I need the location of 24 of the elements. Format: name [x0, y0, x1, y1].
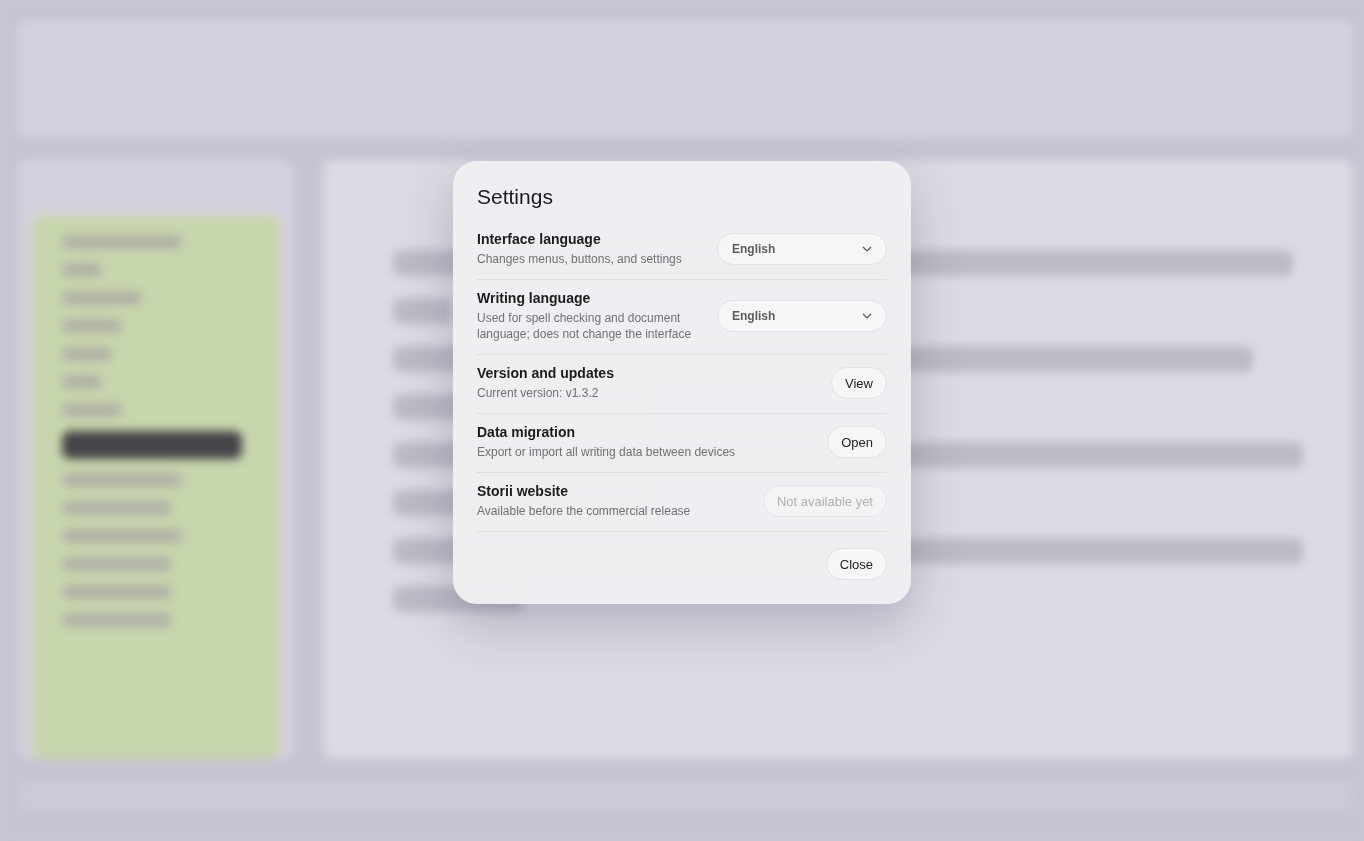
language-select[interactable]: English — [717, 233, 887, 265]
blurred-text — [62, 403, 122, 417]
setting-description: Available before the commercial release — [477, 503, 692, 519]
chevron-down-icon — [862, 246, 872, 252]
setting-label: Writing language — [477, 290, 592, 306]
blurred-text — [62, 263, 102, 277]
action-button[interactable]: Open — [827, 426, 887, 458]
close-button[interactable]: Close — [825, 548, 887, 580]
blurred-text — [393, 298, 453, 324]
setting-label: Storii website — [477, 483, 570, 499]
setting-description: Export or import all writing data between devices — [477, 444, 737, 460]
chevron-down-icon — [862, 313, 872, 319]
blurred-text — [62, 319, 122, 333]
blurred-text — [62, 347, 112, 361]
setting-label: Data migration — [477, 424, 576, 440]
dialog-title: Settings — [477, 185, 553, 209]
action-button[interactable]: View — [831, 367, 887, 399]
blurred-text — [62, 375, 102, 389]
setting-description: Current version: v1.3.2 — [477, 385, 600, 401]
language-select[interactable]: English — [717, 300, 887, 332]
setting-description: Changes menus, buttons, and settings — [477, 251, 683, 267]
setting-label: Interface language — [477, 231, 602, 247]
setting-label: Version and updates — [477, 365, 615, 381]
setting-description: Used for spell checking and document language; does not change the interface — [477, 310, 693, 342]
